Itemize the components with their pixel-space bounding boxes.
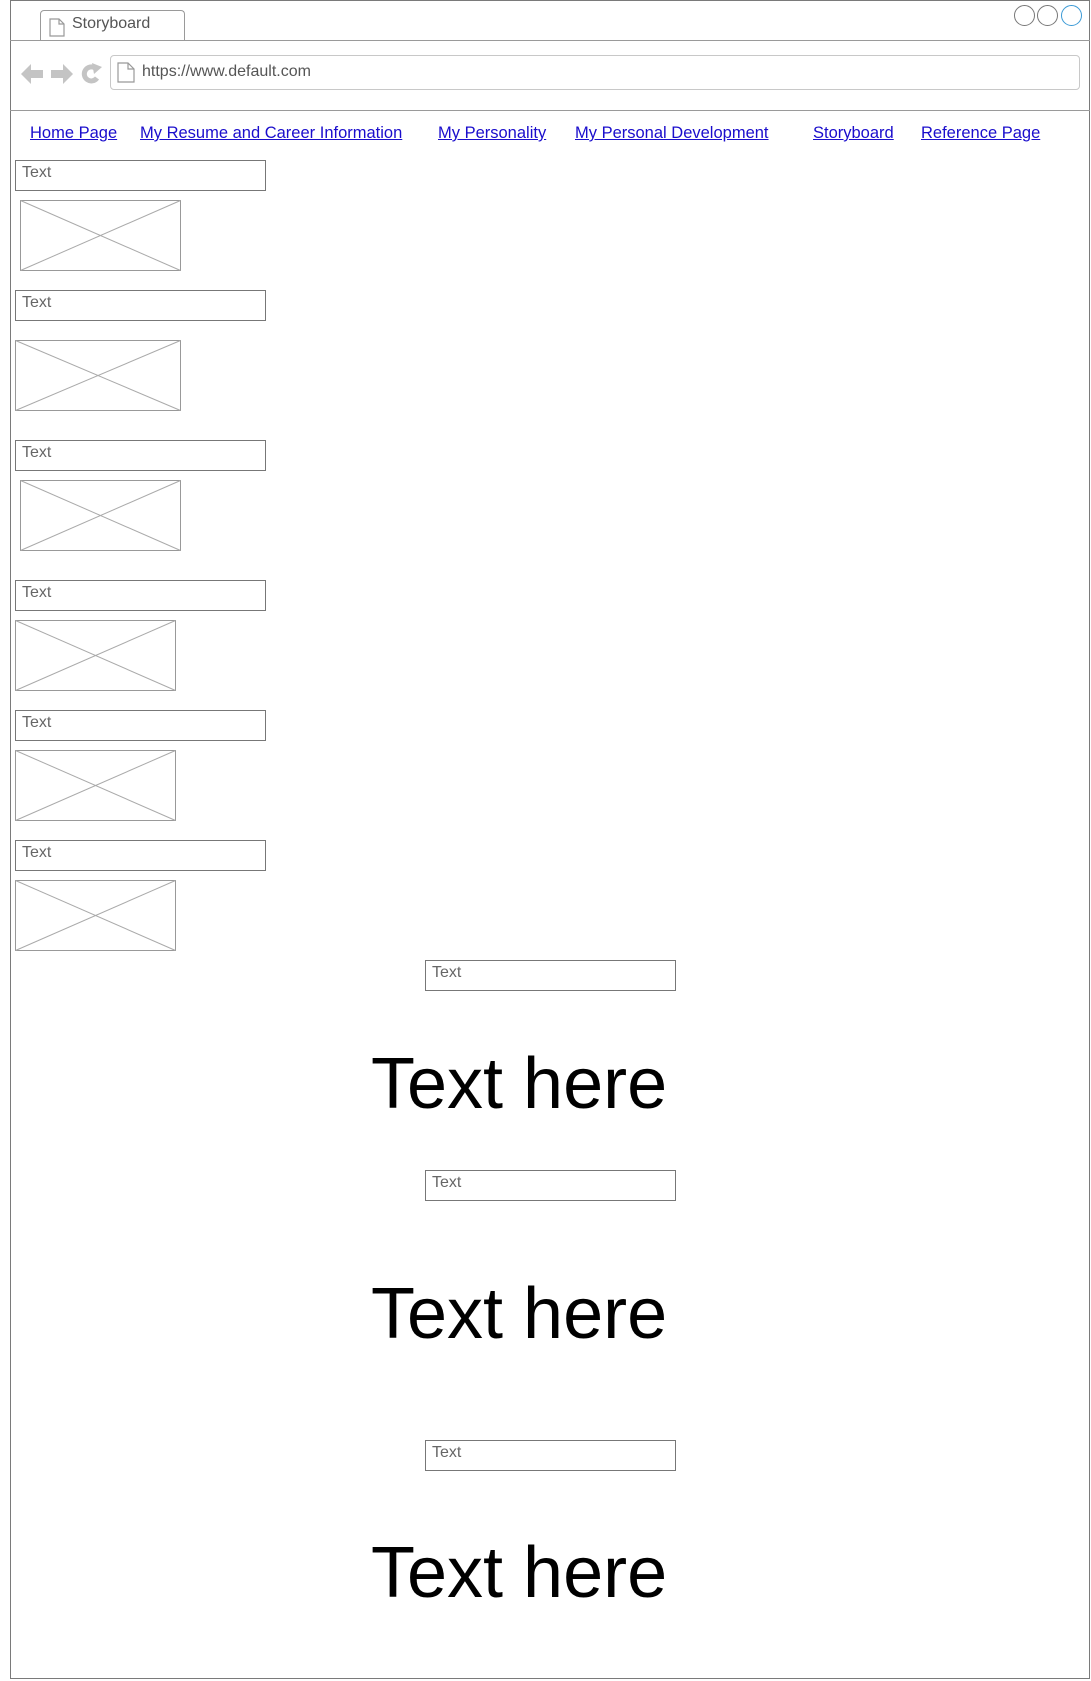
sidebar-text-label: Text [22,844,52,861]
browser-tab[interactable]: Storyboard [40,10,185,40]
address-bar[interactable]: https://www.default.com [110,55,1080,90]
section-text-box[interactable]: Text [425,960,676,991]
nav-link-reference[interactable]: Reference Page [921,124,1040,143]
nav-link-resume[interactable]: My Resume and Career Information [140,124,402,143]
window-control-icon[interactable] [1037,5,1058,26]
sidebar-text-box[interactable]: Text [15,440,266,471]
toolbar-divider [10,110,1090,111]
tab-divider [10,40,1090,41]
window-control-icon[interactable] [1014,5,1035,26]
nav-link-personality[interactable]: My Personality [438,124,546,143]
page-icon [117,62,135,83]
image-placeholder-icon [15,880,176,951]
image-placeholder-icon [15,620,176,691]
section-text-label: Text [432,1444,462,1461]
nav-link-personal-development[interactable]: My Personal Development [575,124,769,143]
forward-arrow-icon[interactable] [51,64,73,84]
section-text-box[interactable]: Text [425,1440,676,1471]
image-placeholder-icon [20,480,181,551]
sidebar-text-label: Text [22,584,52,601]
section-text-box[interactable]: Text [425,1170,676,1201]
sidebar-text-label: Text [22,164,52,181]
browser-nav-icons [21,63,102,84]
nav-link-storyboard[interactable]: Storyboard [813,124,894,143]
sidebar-text-box[interactable]: Text [15,160,266,191]
tab-title: Storyboard [72,15,151,32]
sidebar-text-box[interactable]: Text [15,710,266,741]
sidebar-text-box[interactable]: Text [15,580,266,611]
section-text-label: Text [432,964,462,981]
image-placeholder-icon [20,200,181,271]
sidebar-text-label: Text [22,714,52,731]
image-placeholder-icon [15,340,181,411]
section-heading: Text here [371,1274,668,1354]
reload-icon[interactable] [81,63,102,84]
sidebar-text-box[interactable]: Text [15,840,266,871]
sidebar-text-box[interactable]: Text [15,290,266,321]
sidebar-text-label: Text [22,444,52,461]
window-control-icon[interactable] [1061,5,1082,26]
url-text: https://www.default.com [142,63,311,80]
sidebar-text-label: Text [22,294,52,311]
section-heading: Text here [371,1044,668,1124]
nav-link-home[interactable]: Home Page [30,124,117,143]
section-text-label: Text [432,1174,462,1191]
section-heading: Text here [371,1533,668,1613]
back-arrow-icon[interactable] [21,64,43,84]
image-placeholder-icon [15,750,176,821]
page-icon [49,18,65,37]
